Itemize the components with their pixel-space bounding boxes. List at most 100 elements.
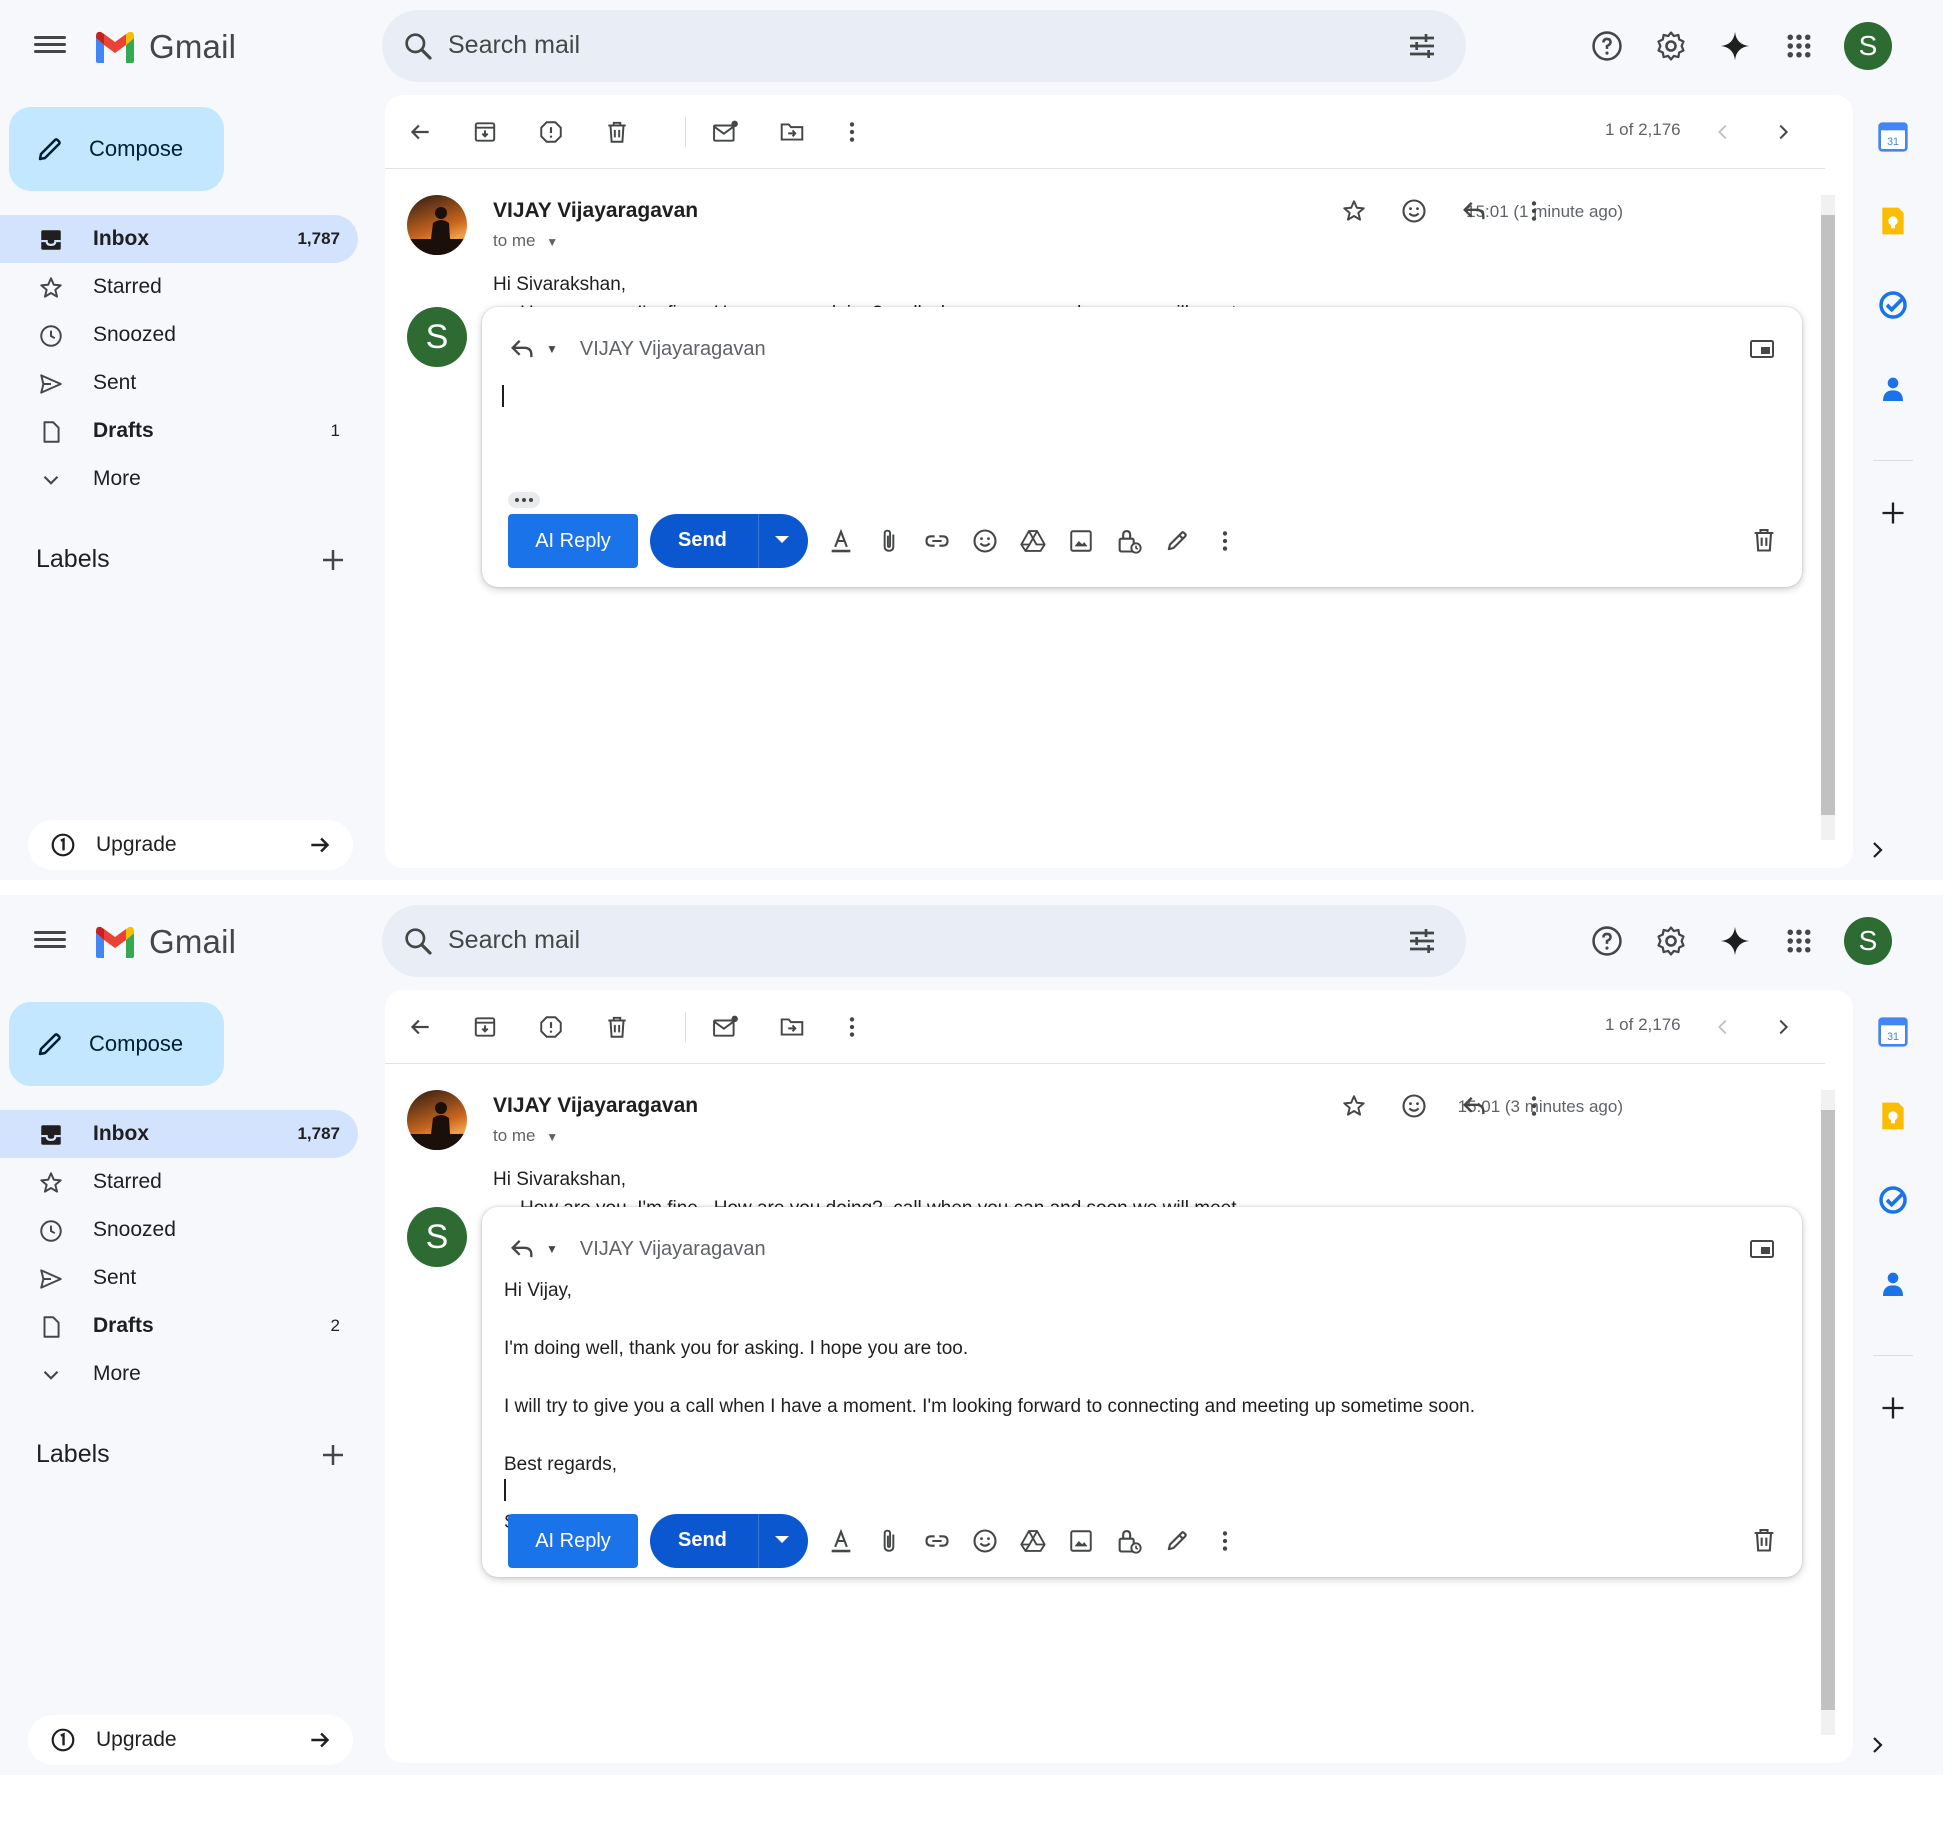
- link-icon[interactable]: [922, 526, 952, 556]
- sidebar-item-snoozed[interactable]: Snoozed: [0, 311, 358, 359]
- chevron-left-icon[interactable]: [1708, 117, 1738, 147]
- send-button[interactable]: Send: [650, 514, 808, 568]
- calendar-icon[interactable]: 31: [1875, 1014, 1911, 1050]
- compose-button[interactable]: Compose: [9, 107, 224, 191]
- sidebar-item-snoozed[interactable]: Snoozed: [0, 1206, 358, 1254]
- gemini-icon[interactable]: [1716, 922, 1754, 960]
- report-spam-icon[interactable]: [536, 117, 566, 147]
- tasks-icon[interactable]: [1875, 287, 1911, 323]
- reply-recipient[interactable]: VIJAY Vijayaragavan: [580, 1238, 766, 1261]
- search-bar[interactable]: Search mail: [382, 905, 1466, 977]
- more-vert-icon[interactable]: [837, 117, 867, 147]
- photo-icon[interactable]: [1066, 526, 1096, 556]
- sidebar-item-sent[interactable]: Sent: [0, 359, 358, 407]
- sidebar-item-inbox[interactable]: Inbox 1,787: [0, 1110, 358, 1158]
- attach-icon[interactable]: [874, 1526, 904, 1556]
- keep-icon[interactable]: [1875, 1098, 1911, 1134]
- trash-icon[interactable]: [1750, 526, 1778, 554]
- sidebar-item-sent[interactable]: Sent: [0, 1254, 358, 1302]
- emoji-icon[interactable]: [970, 526, 1000, 556]
- chevron-down-icon[interactable]: ▼: [546, 235, 558, 249]
- sender-avatar[interactable]: [407, 1090, 467, 1150]
- tasks-icon[interactable]: [1875, 1182, 1911, 1218]
- account-avatar[interactable]: S: [1844, 22, 1892, 70]
- reply-icon[interactable]: [1458, 1090, 1490, 1122]
- emoji-icon[interactable]: [1398, 1090, 1430, 1122]
- gemini-icon[interactable]: [1716, 27, 1754, 65]
- reply-icon[interactable]: [508, 1235, 536, 1263]
- gmail-logo[interactable]: Gmail: [93, 28, 236, 66]
- search-icon[interactable]: [402, 30, 434, 62]
- mark-unread-icon[interactable]: [711, 1012, 741, 1042]
- search-icon[interactable]: [402, 925, 434, 957]
- chevron-left-icon[interactable]: [1708, 1012, 1738, 1042]
- help-icon[interactable]: [1588, 27, 1626, 65]
- archive-icon[interactable]: [470, 1012, 500, 1042]
- hamburger-icon[interactable]: [34, 32, 66, 58]
- more-vert-icon[interactable]: [1210, 526, 1240, 556]
- gmail-logo[interactable]: Gmail: [93, 923, 236, 961]
- chevron-right-icon[interactable]: [1768, 1012, 1798, 1042]
- move-to-icon[interactable]: [777, 117, 807, 147]
- attach-icon[interactable]: [874, 526, 904, 556]
- reply-type-dropdown[interactable]: ▼: [546, 342, 558, 356]
- sidebar-item-starred[interactable]: Starred: [0, 263, 358, 311]
- archive-icon[interactable]: [470, 117, 500, 147]
- sidebar-item-inbox[interactable]: Inbox 1,787: [0, 215, 358, 263]
- more-vert-icon[interactable]: [1210, 1526, 1240, 1556]
- trash-icon[interactable]: [602, 1012, 632, 1042]
- signature-icon[interactable]: [1162, 1526, 1192, 1556]
- recipient-summary[interactable]: to me ▼: [493, 1126, 558, 1146]
- upgrade-button[interactable]: Upgrade: [28, 1715, 353, 1765]
- more-vert-icon[interactable]: [1518, 1090, 1550, 1122]
- reply-icon[interactable]: [1458, 195, 1490, 227]
- tune-icon[interactable]: [1406, 30, 1438, 62]
- trash-icon[interactable]: [1750, 1526, 1778, 1554]
- emoji-icon[interactable]: [1398, 195, 1430, 227]
- send-button[interactable]: Send: [650, 1514, 808, 1568]
- trash-icon[interactable]: [602, 117, 632, 147]
- reply-recipient[interactable]: VIJAY Vijayaragavan: [580, 338, 766, 361]
- star-icon[interactable]: [1338, 195, 1370, 227]
- chevron-right-icon[interactable]: [1865, 838, 1889, 862]
- chevron-right-icon[interactable]: [1768, 117, 1798, 147]
- recipient-summary[interactable]: to me ▼: [493, 231, 558, 251]
- ai-reply-button[interactable]: AI Reply: [508, 1514, 638, 1568]
- tune-icon[interactable]: [1406, 925, 1438, 957]
- text-format-icon[interactable]: [826, 1526, 856, 1556]
- pop-out-icon[interactable]: [1748, 337, 1776, 361]
- settings-icon[interactable]: [1652, 27, 1690, 65]
- account-avatar[interactable]: S: [1844, 917, 1892, 965]
- sidebar-item-starred[interactable]: Starred: [0, 1158, 358, 1206]
- more-vert-icon[interactable]: [1518, 195, 1550, 227]
- scrollbar-thumb[interactable]: [1821, 215, 1835, 815]
- help-icon[interactable]: [1588, 922, 1626, 960]
- plus-icon[interactable]: [318, 545, 348, 575]
- link-icon[interactable]: [922, 1526, 952, 1556]
- ai-reply-button[interactable]: AI Reply: [508, 514, 638, 568]
- chevron-down-icon[interactable]: ▼: [546, 1130, 558, 1144]
- report-spam-icon[interactable]: [536, 1012, 566, 1042]
- scrollbar[interactable]: [1821, 1090, 1835, 1735]
- calendar-icon[interactable]: 31: [1875, 119, 1911, 155]
- mark-unread-icon[interactable]: [711, 117, 741, 147]
- apps-icon[interactable]: [1780, 27, 1818, 65]
- sender-name[interactable]: VIJAY Vijayaragavan: [493, 199, 698, 223]
- back-arrow-icon[interactable]: [405, 117, 435, 147]
- star-icon[interactable]: [1338, 1090, 1370, 1122]
- signature-icon[interactable]: [1162, 526, 1192, 556]
- show-trimmed-content-button[interactable]: [508, 492, 540, 508]
- upgrade-button[interactable]: Upgrade: [28, 820, 353, 870]
- hamburger-icon[interactable]: [34, 927, 66, 953]
- text-format-icon[interactable]: [826, 526, 856, 556]
- send-options-dropdown[interactable]: [775, 1536, 789, 1543]
- sender-avatar[interactable]: [407, 195, 467, 255]
- compose-button[interactable]: Compose: [9, 1002, 224, 1086]
- drive-icon[interactable]: [1018, 526, 1048, 556]
- apps-icon[interactable]: [1780, 922, 1818, 960]
- sidebar-item-drafts[interactable]: Drafts 2: [0, 1302, 358, 1350]
- search-bar[interactable]: Search mail: [382, 10, 1466, 82]
- move-to-icon[interactable]: [777, 1012, 807, 1042]
- scrollbar[interactable]: [1821, 195, 1835, 840]
- more-vert-icon[interactable]: [837, 1012, 867, 1042]
